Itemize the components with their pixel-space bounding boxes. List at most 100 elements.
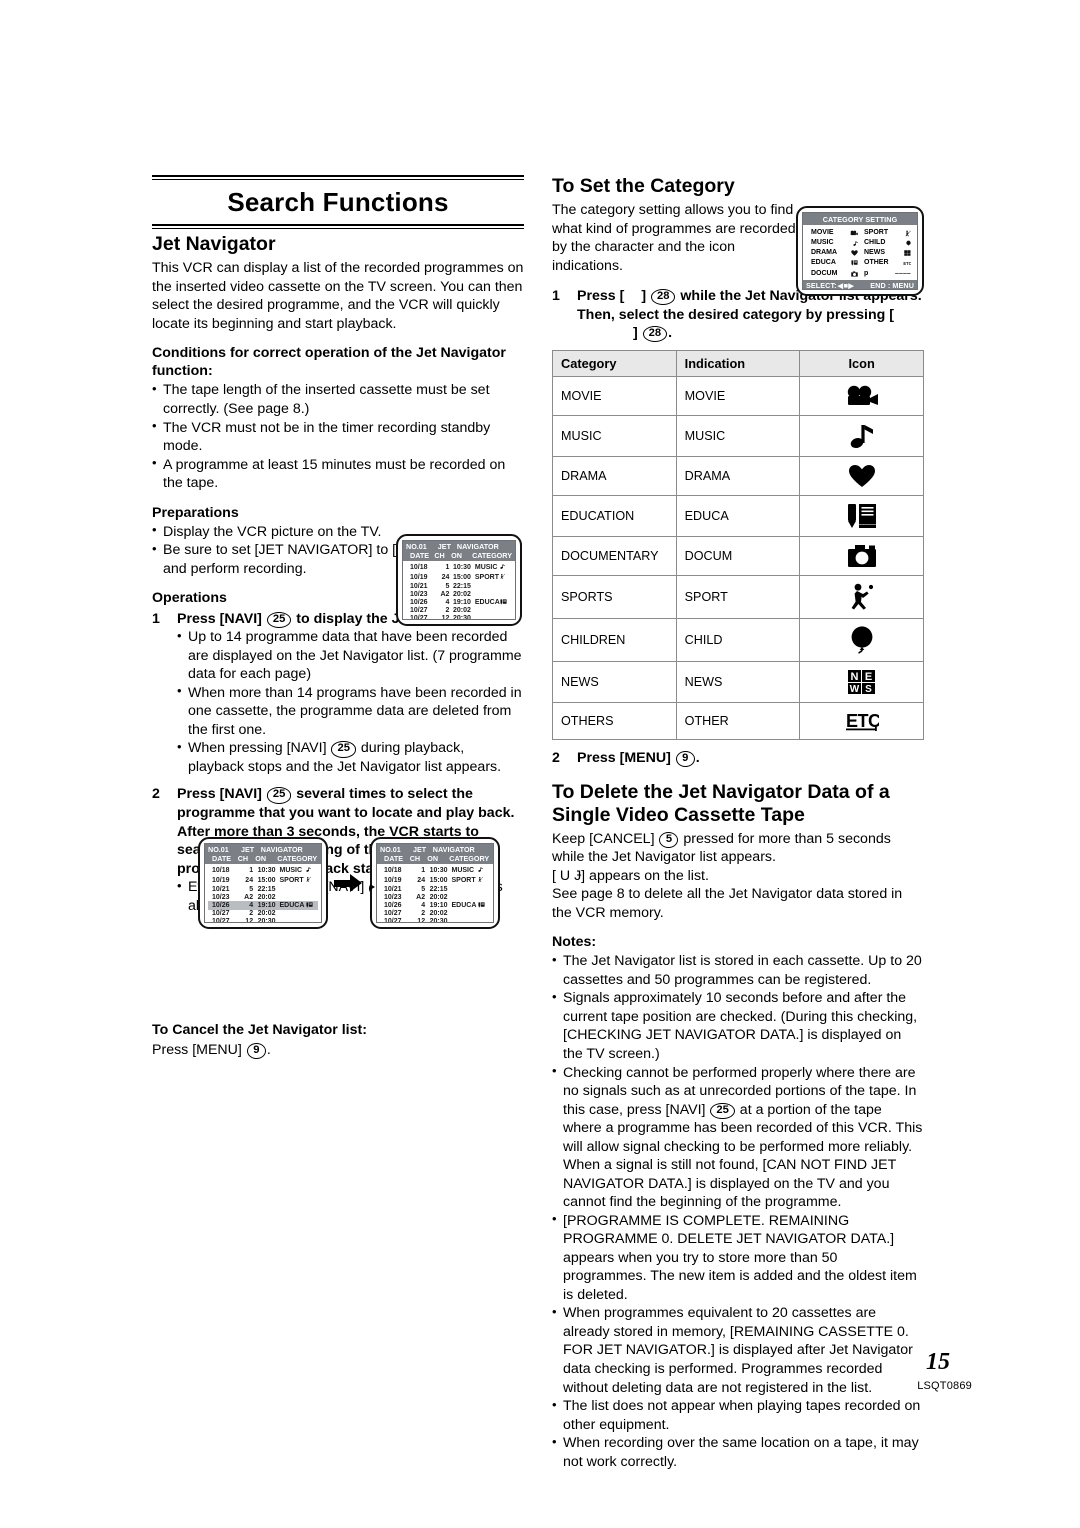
soccer-player-icon (799, 574, 924, 619)
category-option-blank: p ‒‒‒‒ (864, 269, 911, 279)
pen-document-icon (305, 901, 318, 910)
cell-icon (478, 886, 490, 894)
nav-title-end: NAVIGATOR (260, 845, 303, 854)
cell-indication: DRAMA (675, 455, 801, 496)
cell-category (475, 607, 500, 615)
svg-text:N: N (850, 671, 858, 683)
key-number-badge: 25 (710, 1102, 735, 1119)
key-number-badge: 25 (331, 741, 356, 758)
cell-date: 10/18 (410, 564, 428, 572)
svg-text:ETC: ETC (903, 261, 911, 266)
cell-date: 10/19 (384, 877, 402, 885)
cell-ch: 24 (441, 574, 450, 582)
cell-on: 20:02 (429, 910, 448, 918)
cell-on: 15:00 (452, 574, 471, 582)
cell-indication: SPORT (675, 574, 801, 619)
movie-camera-icon (846, 230, 858, 236)
key-number-badge: 28 (651, 289, 676, 306)
cell-ch: 2 (445, 607, 450, 615)
cell-category: EDUCATION (552, 494, 677, 537)
transition-arrow-icon (334, 874, 364, 892)
key-number-badge: 9 (675, 750, 695, 768)
list-item: Checking cannot be performed properly wh… (552, 1063, 924, 1212)
option-label: EDUCA (811, 259, 836, 267)
nav-col-ch: CH (409, 854, 421, 863)
cell-date: 10/21 (384, 885, 402, 893)
table-row: 10/27 12 20:30 (380, 918, 490, 923)
cell-icon (306, 886, 318, 894)
step-text-e: . (668, 325, 673, 342)
category-option-child[interactable]: CHILD (864, 238, 911, 248)
table-row: 10/27 2 20:02 (406, 607, 512, 615)
music-note-icon (849, 240, 858, 247)
arrow-head (350, 874, 362, 892)
cell-on: 19:10 (429, 902, 448, 910)
category-option-movie[interactable]: MOVIE (811, 228, 858, 238)
list-item: Up to 14 programme data that have been r… (177, 628, 524, 684)
cell-on: 20:30 (429, 918, 448, 923)
table-row: 10/27 12 20:30 (208, 918, 318, 922)
cell-icon (306, 910, 318, 918)
etc-icon: ETC (799, 701, 924, 740)
heart-icon (847, 250, 858, 257)
page-number: 15 (926, 1349, 950, 1375)
notes-heading: Notes: (552, 934, 597, 951)
section-heading-jet-navigator: Jet Navigator (152, 233, 276, 255)
cell-icon (500, 590, 512, 598)
step-1-text: Press [] 28 while the Jet Navigator list… (577, 288, 922, 343)
list-item: [PROGRAMME IS COMPLETE. REMAINING PROGRA… (552, 1211, 924, 1305)
cell-on: 19:10 (452, 599, 471, 607)
cell-date: 10/27 (384, 918, 402, 923)
table-row: 10/18 1 10:30 MUSIC (406, 563, 512, 573)
arrow-shaft (334, 880, 351, 887)
cell-indication: DOCUM (675, 535, 801, 576)
option-label: DOCUM (811, 269, 838, 277)
dots-placeholder-icon: ‒‒‒‒ (895, 269, 911, 277)
cell-on: 20:02 (429, 893, 448, 901)
cell-category: EDUCA (474, 599, 500, 607)
option-label: SPORT (864, 229, 889, 236)
banner-rule-top (152, 175, 524, 180)
cell-indication: OTHER (675, 701, 801, 740)
category-option-educa[interactable]: EDUCA (811, 258, 858, 268)
category-option-docum[interactable]: DOCUM (811, 269, 858, 279)
cell-icon (306, 918, 318, 922)
nav-col-date: DATE (410, 551, 430, 560)
svg-text:S: S (865, 684, 872, 695)
cell-on: 20:02 (452, 607, 471, 615)
list-item: The tape length of the inserted cassette… (152, 381, 524, 418)
cancel-text-b: . (266, 1041, 271, 1058)
cell-date: 10/18 (384, 867, 402, 875)
table-row-highlighted: 10/26 4 19:10 EDUCA (208, 901, 318, 910)
cell-ch: 4 (445, 599, 450, 607)
category-option-drama[interactable]: DRAMA (811, 248, 858, 258)
cell-category (475, 615, 500, 619)
cell-category (451, 918, 477, 922)
nav-rows-body: 10/18 1 10:30 MUSIC 10/19 24 15:00 SPORT 10/21… (403, 561, 515, 619)
cell-date: 10/21 (212, 885, 230, 893)
nav-column-header-bar: DATE CH ON CATEGORY (377, 854, 493, 864)
cell-ch: 2 (421, 910, 426, 918)
cell-date: 10/23 (212, 893, 230, 901)
step-text-d: ] (633, 325, 642, 342)
category-option-news[interactable]: NEWS (864, 248, 911, 258)
cell-date: 10/19 (410, 574, 428, 582)
table-row: DRAMA DRAMA (552, 455, 924, 496)
category-option-sport[interactable]: SPORT (864, 228, 911, 238)
cell-on: 15:00 (257, 877, 276, 885)
notes-list: The Jet Navigator list is stored in each… (552, 952, 924, 1471)
delete-instruction-3: See page 8 to delete all the Jet Navigat… (552, 886, 903, 921)
set-category-step-2: 2 Press [MENU] 9. (552, 749, 924, 768)
jet-navigator-intro: This VCR can display a list of the recor… (152, 260, 524, 332)
category-option-other[interactable]: OTHER ETC (864, 258, 911, 268)
list-item: A programme at least 15 minutes must be … (152, 455, 524, 493)
cell-ch: 24 (417, 877, 426, 885)
column-header-category: Category (552, 349, 677, 377)
tv-screen-inner: NO.01 JET NAVIGATOR DATE CH ON CATEGORY … (376, 843, 494, 923)
cell-category: MOVIE (552, 375, 677, 416)
cell-category: SPORT (451, 877, 476, 885)
cell-icon (478, 918, 490, 922)
category-option-music[interactable]: MUSIC (811, 238, 858, 248)
step-number: 1 (552, 288, 560, 305)
navigator-rows-table: 10/18 1 10:30 MUSIC 10/19 24 15:00 SPORT 10/21… (406, 563, 512, 619)
